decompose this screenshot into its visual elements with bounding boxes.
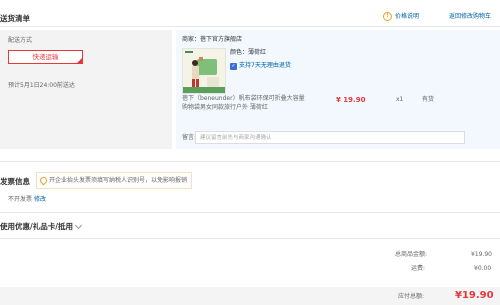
invoice-tip-text: 开企业抬头发票须填写纳税人识别号，以免影响报销 [49,176,188,184]
product-photo-icon [183,49,225,93]
product-name-line-1[interactable]: 蓓下（beneunder）帆布袋环保可折叠大容量 [182,95,305,103]
section-divider-1 [0,161,500,162]
color-label: 颜色： [230,49,249,56]
color-value: 薄荷红 [248,49,267,56]
shipping-option-label: 快递运输 [32,53,59,61]
section-divider-3 [0,238,500,239]
payable-summary-bar [0,287,500,305]
invoice-value: 不开发票 修改 [8,196,46,204]
info-circle-icon: ! [383,12,392,21]
shipping-fee-label: 运费: [411,265,426,272]
price-explanation-link[interactable]: ! 价格说明 [383,12,419,21]
invoice-edit-link[interactable]: 修改 [34,196,46,203]
payable-total-label: 应付总额: [398,293,425,300]
stock-status: 有货 [422,96,435,103]
back-to-cart-link[interactable]: 返回修改购物车 [449,13,491,21]
goods-total-value: ¥19.90 [471,251,492,258]
coupon-title: 使用优惠/礼品卡/抵用 [0,222,73,231]
delivery-estimate: 预计5月1日24:00前送达 [8,82,75,89]
product-quantity: x1 [396,96,404,103]
product-price: ¥ 19.90 [336,96,366,104]
return-policy-label: 支持7天无理由退货 [239,62,291,69]
product-name-line-2[interactable]: 购物袋男女同款旅行户外 薄荷红 [182,104,268,112]
remark-input[interactable]: 建议留言前先与商家沟通确认 [195,131,465,144]
chevron-down-icon [74,221,83,229]
invoice-title: 发票信息 [0,177,30,186]
section-divider-2 [0,212,500,213]
invoice-type: 不开发票 [8,196,33,203]
price-explanation-label: 价格说明 [395,12,420,20]
remark-label: 留言: [182,134,197,141]
header-divider [0,26,500,27]
invoice-tip: 开企业抬头发票须填写纳税人识别号，以免影响报销 [36,172,193,189]
payable-total-value: ¥19.90 [455,290,494,301]
location-pin-icon [38,175,49,186]
coupon-toggle[interactable]: 使用优惠/礼品卡/抵用 [0,221,83,232]
shop-name[interactable]: 蓓下官方旗舰店 [200,36,242,43]
return-policy-badge[interactable]: ✓ 支持7天无理由退货 [230,62,291,70]
product-thumbnail[interactable] [182,48,226,94]
product-color: 颜色：薄荷红 [230,49,266,57]
shipping-option-express[interactable]: 快递运输 [8,50,83,64]
page-title: 送货清单 [0,14,30,23]
shop-label: 商家： [182,36,201,43]
return-check-icon: ✓ [230,62,237,70]
selected-corner-icon [77,58,82,63]
delivery-method-label: 配送方式 [8,37,33,44]
shop-info: 商家：蓓下官方旗舰店 [182,36,242,44]
goods-total-label: 总商品金额: [395,251,428,258]
shipping-fee-value: ¥0.00 [474,265,492,272]
